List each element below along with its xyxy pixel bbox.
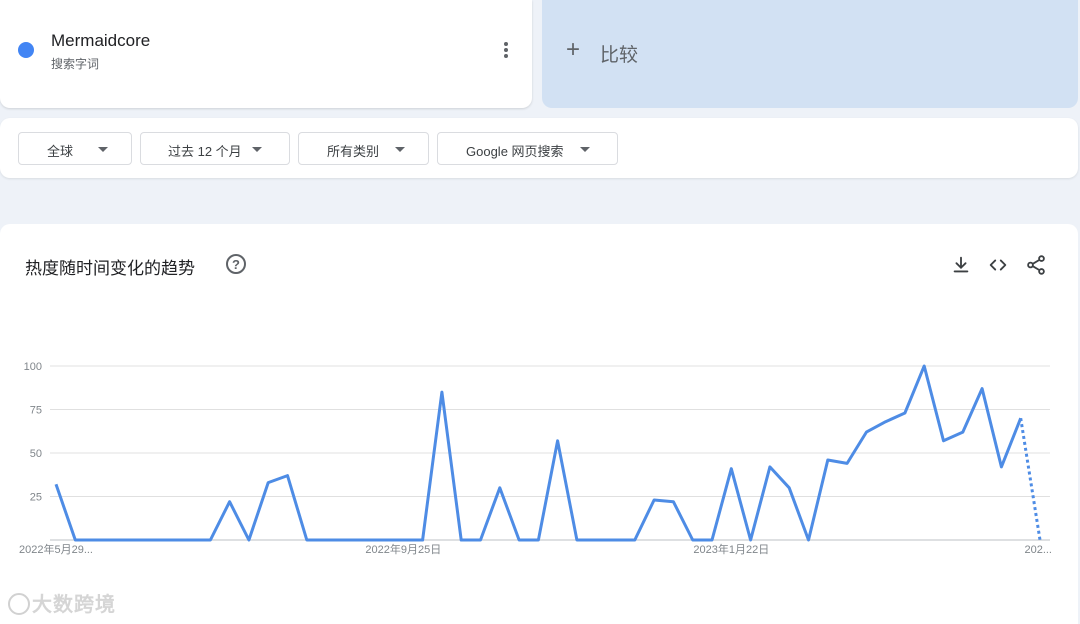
dropdown-caret-icon <box>395 147 405 152</box>
chart-title: 热度随时间变化的趋势 <box>25 259 195 278</box>
help-circle-icon[interactable]: ? <box>226 254 246 274</box>
x-tick-label: 2023年1月22日 <box>693 542 769 556</box>
time-range-filter-dropdown[interactable]: 过去 12 个月 <box>140 132 290 165</box>
series-line-partial <box>1019 417 1042 541</box>
dropdown-caret-icon <box>580 147 590 152</box>
y-tick-label: 25 <box>30 492 42 504</box>
y-tick-label: 50 <box>30 448 42 460</box>
region-filter-dropdown[interactable]: 全球 <box>18 132 132 165</box>
compare-label: 比较 <box>600 45 639 66</box>
watermark-logo-icon <box>8 593 30 615</box>
x-tick-label: 202... <box>1024 544 1052 556</box>
x-tick-label: 2022年9月25日 <box>365 542 441 556</box>
dropdown-caret-icon <box>98 147 108 152</box>
y-tick-label: 100 <box>24 361 42 373</box>
more-vert-icon[interactable] <box>498 38 514 62</box>
search-term-name: Mermaidcore <box>51 31 151 50</box>
watermark-text: 大数跨境 <box>32 592 116 616</box>
dropdown-caret-icon <box>252 147 262 152</box>
download-icon[interactable] <box>950 254 972 276</box>
share-icon[interactable] <box>1025 254 1047 276</box>
embed-code-icon[interactable] <box>987 254 1009 276</box>
trend-line-chart: 100 75 50 25 2022年5月29... 2022年9月25日 2023年1月22… <box>19 361 1052 556</box>
compare-button[interactable]: + 比较 <box>542 0 1078 108</box>
search-term-card[interactable]: Mermaidcore 搜索字词 <box>0 0 532 108</box>
filter-bar: 全球 过去 12 个月 所有类别 Google 网页搜索 <box>0 118 1078 178</box>
search-type-filter-label: Google 网页搜索 <box>466 144 564 159</box>
search-term-type: 搜索字词 <box>51 57 100 71</box>
plus-icon: + <box>566 36 581 63</box>
region-filter-label: 全球 <box>47 144 74 159</box>
time-range-filter-label: 过去 12 个月 <box>168 144 242 159</box>
category-filter-label: 所有类别 <box>327 144 380 159</box>
search-type-filter-dropdown[interactable]: Google 网页搜索 <box>437 132 618 165</box>
x-tick-label: 2022年5月29... <box>19 542 93 556</box>
watermark: 大数跨境 <box>8 588 116 617</box>
series-color-dot <box>18 42 34 58</box>
category-filter-dropdown[interactable]: 所有类别 <box>298 132 429 165</box>
interest-over-time-card: 热度随时间变化的趋势 ? 100 75 50 25 2022年5月29... 2022年9… <box>0 224 1078 624</box>
y-tick-label: 75 <box>30 405 42 417</box>
